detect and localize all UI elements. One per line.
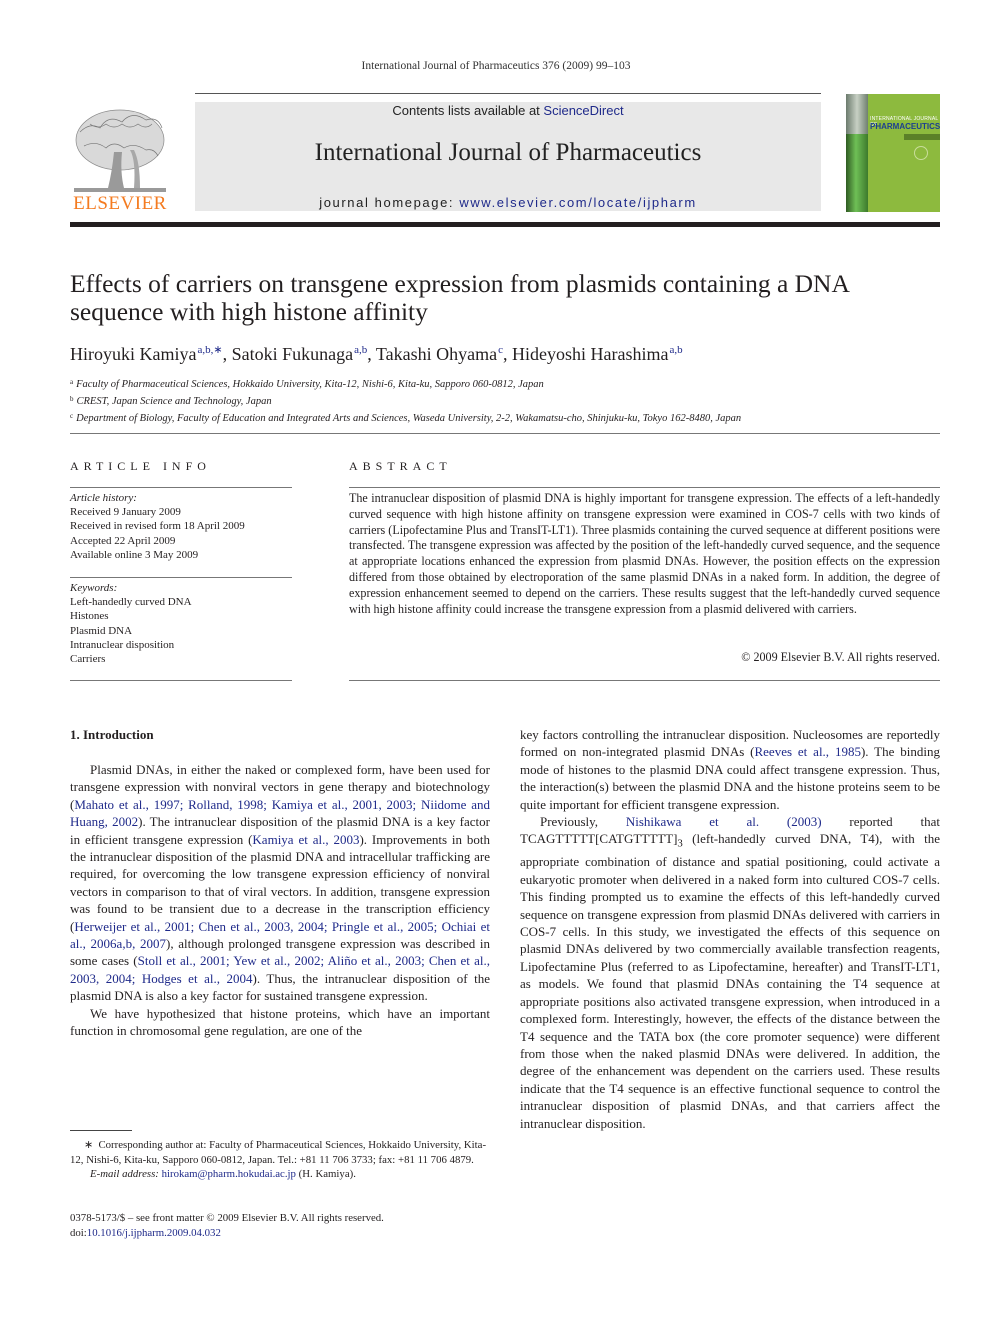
citation-link[interactable]: Reeves et al., 1985 bbox=[754, 744, 860, 759]
issn-line: 0378-5173/$ – see front matter © 2009 El… bbox=[70, 1212, 384, 1224]
keyword-item: Histones bbox=[70, 610, 109, 623]
corresponding-author-footnote: ∗ Corresponding author at: Faculty of Ph… bbox=[70, 1138, 490, 1182]
article-history-label: Article history: bbox=[70, 492, 137, 504]
homepage-prefix: journal homepage: bbox=[319, 195, 460, 210]
abstract-copyright: © 2009 Elsevier B.V. All rights reserved… bbox=[741, 650, 940, 664]
affiliation-marker: a bbox=[70, 378, 74, 386]
affiliation-list: a Faculty of Pharmaceutical Sciences, Hok… bbox=[70, 375, 940, 427]
footnote-star: ∗ bbox=[84, 1139, 94, 1151]
introduction-heading: 1. Introduction bbox=[70, 727, 154, 742]
article-title: Effects of carriers on transgene express… bbox=[70, 269, 849, 326]
history-entry: Received 9 January 2009 bbox=[70, 506, 181, 519]
keywords-label: Keywords: bbox=[70, 582, 118, 594]
citation-link[interactable]: Kamiya et al., 2003 bbox=[252, 832, 359, 847]
abstract-heading: ABSTRACT bbox=[349, 459, 452, 473]
footnote-corresponding-text: Corresponding author at: Faculty of Phar… bbox=[70, 1139, 487, 1166]
journal-title: International Journal of Pharmaceutics bbox=[314, 139, 702, 166]
author-separator: , bbox=[222, 344, 232, 364]
article-info-heading: ARTICLE INFO bbox=[70, 459, 211, 473]
email-label: E-mail address: bbox=[90, 1168, 162, 1181]
keyword-item: Plasmid DNA bbox=[70, 624, 133, 637]
keyword-item: Intranuclear disposition bbox=[70, 638, 175, 651]
affiliation-marker: c bbox=[70, 412, 74, 421]
cover-title: PHARMACEUTICS bbox=[870, 122, 940, 131]
body-text: (left-handedly curved DNA, T4), with the… bbox=[520, 831, 940, 1131]
body-paragraph: Plasmid DNAs, in either the naked or com… bbox=[70, 761, 490, 1005]
keywords-divider bbox=[70, 577, 292, 578]
affiliation-text: Department of Biology, Faculty of Educat… bbox=[76, 413, 742, 425]
cover-seal-icon bbox=[914, 146, 928, 160]
author-separator: , bbox=[503, 344, 513, 364]
body-text: We have hypothesized that histone protei… bbox=[70, 1005, 490, 1039]
body-column-right: key factors controlling the intranuclear… bbox=[520, 726, 940, 1132]
email-suffix: (H. Kamiya). bbox=[295, 1168, 356, 1181]
abstract-bottom-divider bbox=[349, 680, 940, 681]
journal-homepage: journal homepage: www.elsevier.com/locat… bbox=[195, 195, 821, 210]
header-divider bbox=[70, 433, 940, 434]
running-head: International Journal of Pharmaceutics 3… bbox=[361, 60, 631, 72]
body-column-left: Plasmid DNAs, in either the naked or com… bbox=[70, 761, 490, 1040]
keyword-item: Left-handedly curved DNA bbox=[70, 596, 192, 609]
abstract-divider bbox=[349, 487, 940, 488]
author-name: Hideyoshi Harashima bbox=[512, 344, 669, 364]
keywords-bottom-divider bbox=[70, 680, 292, 681]
masthead-top-rule bbox=[195, 93, 821, 94]
abstract-text: The intranuclear disposition of plasmid … bbox=[349, 491, 940, 616]
journal-cover-image: INTERNATIONAL JOURNAL OF PHARMACEUTICS bbox=[846, 94, 940, 212]
article-history: Article history: Received 9 January 2009… bbox=[70, 491, 292, 562]
contents-availability: Contents lists available at ScienceDirec… bbox=[195, 103, 821, 118]
author-affiliation-marker[interactable]: a,b bbox=[669, 344, 682, 356]
history-entry: Accepted 22 April 2009 bbox=[70, 534, 176, 547]
affiliation-text: Faculty of Pharmaceutical Sciences, Hokk… bbox=[76, 379, 544, 390]
author-list: Hiroyuki Kamiyaa,b,∗, Satoki Fukunagaa,b… bbox=[70, 343, 940, 365]
body-paragraph: Previously, Nishikawa et al. (2003) repo… bbox=[520, 813, 940, 1132]
homepage-link[interactable]: www.elsevier.com/locate/ijpharm bbox=[459, 195, 696, 210]
author-separator: , bbox=[367, 344, 376, 364]
body-paragraph: key factors controlling the intranuclear… bbox=[520, 726, 940, 813]
footnote-rule bbox=[70, 1130, 132, 1131]
body-text: Previously, bbox=[540, 814, 626, 830]
author-affiliation-marker[interactable]: a,b,∗ bbox=[197, 344, 222, 356]
doi-prefix: doi: bbox=[70, 1227, 87, 1239]
body-paragraph: We have hypothesized that histone protei… bbox=[70, 1005, 490, 1040]
test-tube-cap-graphic bbox=[846, 94, 868, 134]
sciencedirect-link[interactable]: ScienceDirect bbox=[543, 103, 623, 118]
affiliation-item: b CREST, Japan Science and Technology, Ja… bbox=[70, 392, 940, 409]
article-info-divider bbox=[70, 487, 292, 488]
contents-prefix: Contents lists available at bbox=[392, 103, 544, 118]
cover-affiliation-text bbox=[904, 134, 940, 140]
keywords-block: Keywords: Left-handedly curved DNA Histon… bbox=[70, 581, 292, 666]
author-name: Satoki Fukunaga bbox=[231, 344, 354, 364]
history-entry: Received in revised form 18 April 2009 bbox=[70, 520, 245, 533]
masthead-bottom-rule bbox=[70, 222, 940, 227]
author-name: Takashi Ohyama bbox=[375, 344, 498, 364]
history-entry: Available online 3 May 2009 bbox=[70, 548, 199, 561]
doi-link[interactable]: 10.1016/j.ijpharm.2009.04.032 bbox=[87, 1227, 221, 1239]
email-link[interactable]: hirokam@pharm.hokudai.ac.jp bbox=[162, 1168, 296, 1180]
citation-link[interactable]: Nishikawa et al. (2003) bbox=[626, 814, 822, 829]
keyword-item: Carriers bbox=[70, 653, 106, 666]
author-name: Hiroyuki Kamiya bbox=[70, 344, 197, 364]
author-affiliation-marker[interactable]: a,b bbox=[354, 344, 367, 356]
affiliation-item: a Faculty of Pharmaceutical Sciences, Hok… bbox=[70, 375, 940, 392]
front-matter: 0378-5173/$ – see front matter © 2009 El… bbox=[70, 1211, 490, 1241]
elsevier-wordmark: ELSEVIER bbox=[73, 193, 167, 214]
affiliation-marker: b bbox=[70, 395, 74, 404]
affiliation-text: CREST, Japan Science and Technology, Jap… bbox=[76, 396, 272, 408]
affiliation-item: c Department of Biology, Faculty of Educa… bbox=[70, 409, 940, 426]
